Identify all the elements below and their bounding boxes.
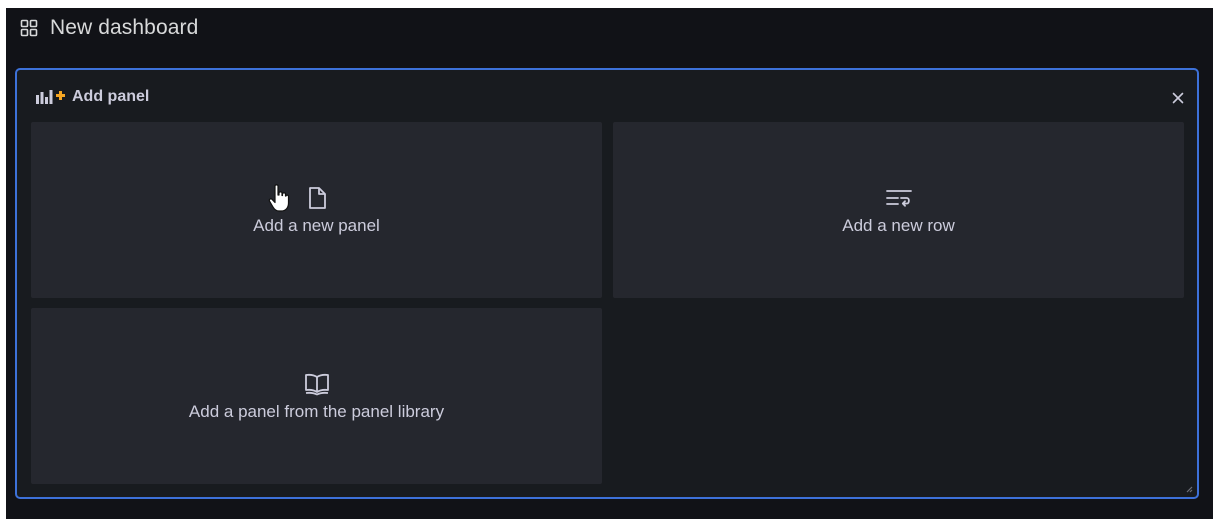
add-panel-widget: Add panel Add a new panel Add a new row … [15,68,1199,499]
close-icon [1172,92,1184,104]
book-open-icon [304,371,330,397]
close-button[interactable] [1169,89,1187,107]
resize-handle-icon[interactable] [1185,485,1193,493]
add-new-panel-label: Add a new panel [253,215,380,235]
row-wrap-icon [885,185,912,211]
dashboard-title[interactable]: New dashboard [50,16,198,40]
add-new-panel-button[interactable]: Add a new panel [31,122,602,298]
add-panel-from-library-label: Add a panel from the panel library [188,401,445,421]
dashboard-header: New dashboard [6,8,198,48]
hand-pointer-icon [268,183,289,212]
add-new-row-label: Add a new row [842,215,955,235]
dashboard-screen: New dashboard Add panel Add a new panel … [6,8,1213,519]
add-panel-from-library-button[interactable]: Add a panel from the panel library [31,308,602,484]
file-icon [268,183,330,212]
add-panel-title: Add panel [72,88,150,105]
add-panel-chart-icon [35,88,69,106]
add-panel-header: Add panel [35,88,149,106]
add-new-row-button[interactable]: Add a new row [613,122,1184,298]
dashboard-grid-icon[interactable] [20,19,38,37]
